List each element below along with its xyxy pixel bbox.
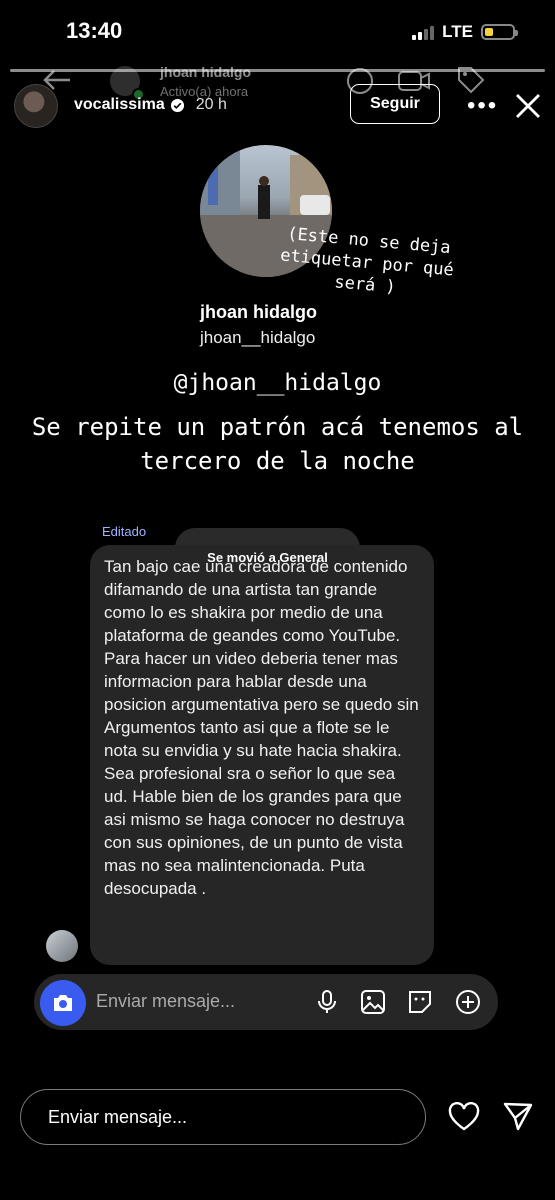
status-indicators: LTE <box>412 22 518 42</box>
network-type: LTE <box>442 22 473 41</box>
story-caption: Se repite un patrón acá tenemos al terce… <box>31 413 524 475</box>
microphone-icon <box>318 990 336 1013</box>
close-icon[interactable] <box>512 90 544 122</box>
more-options-icon[interactable]: ••• <box>467 92 498 120</box>
follow-button[interactable]: Seguir <box>350 84 440 124</box>
story-progress-bar <box>10 69 545 72</box>
story-segment <box>10 69 545 72</box>
tagged-profile-name[interactable]: jhoan hidalgo <box>200 302 317 323</box>
tagged-profile-handle[interactable]: jhoan__hidalgo <box>200 328 315 348</box>
camera-icon <box>54 995 72 1011</box>
signal-icon <box>412 24 435 40</box>
verified-badge-icon <box>170 98 184 112</box>
message-bubble: Tan bajo cae una creadora de contenido d… <box>90 545 434 965</box>
sticker-icon <box>409 991 431 1013</box>
sender-avatar <box>46 930 78 962</box>
edited-label: Editado <box>102 524 147 539</box>
story-overlay-text: (Este no se deja etiquetar por qué será … <box>279 223 455 298</box>
add-icon <box>456 990 480 1014</box>
camera-button <box>40 980 86 1026</box>
dm-composer-placeholder: Enviar mensaje... <box>96 991 236 1011</box>
story-time-ago: 20 h <box>195 96 227 113</box>
story-author-avatar[interactable] <box>14 84 58 128</box>
story-reply-placeholder: Enviar mensaje... <box>48 1107 188 1127</box>
send-icon[interactable] <box>502 1100 534 1132</box>
status-time: 13:40 <box>66 18 123 43</box>
story-author[interactable]: vocalissima 20 h <box>74 96 227 114</box>
moved-notice: Se movió a General <box>207 550 328 565</box>
gallery-icon <box>361 990 385 1014</box>
chat-contact-name: jhoan hidalgo <box>160 64 251 80</box>
like-heart-icon[interactable] <box>447 1102 481 1132</box>
story-username[interactable]: vocalissima <box>74 96 165 114</box>
mention-sticker[interactable]: @jhoan__hidalgo <box>0 370 555 396</box>
message-text: Tan bajo cae una creadora de contenido d… <box>104 557 419 898</box>
battery-icon <box>481 24 518 40</box>
